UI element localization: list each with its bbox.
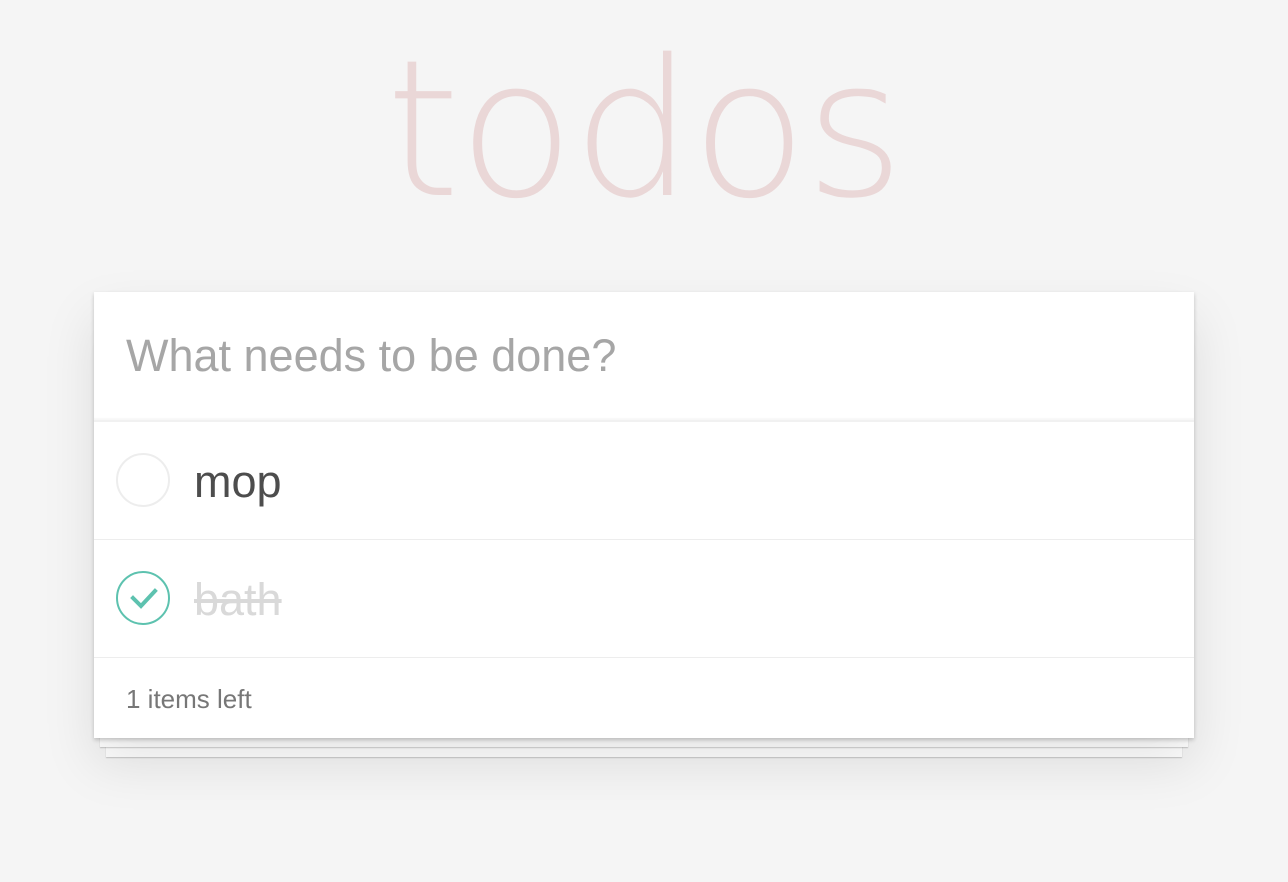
new-todo-input[interactable] — [94, 292, 1194, 420]
todo-label[interactable]: mop — [194, 422, 282, 539]
app-title: todos — [385, 19, 905, 240]
items-left-count: 1 items left — [126, 684, 252, 714]
new-todo-header — [94, 292, 1194, 422]
todo-item[interactable]: mop — [94, 422, 1194, 540]
todo-list: mop bath — [94, 422, 1194, 658]
todo-item[interactable]: bath — [94, 540, 1194, 658]
checkmark-circle-icon[interactable] — [116, 571, 170, 625]
checkmark-icon — [130, 588, 158, 609]
todo-label[interactable]: bath — [194, 540, 282, 657]
todo-footer: 1 items left — [94, 658, 1194, 738]
todo-app: mop bath 1 items left — [94, 292, 1194, 738]
empty-circle-icon[interactable] — [116, 453, 170, 507]
